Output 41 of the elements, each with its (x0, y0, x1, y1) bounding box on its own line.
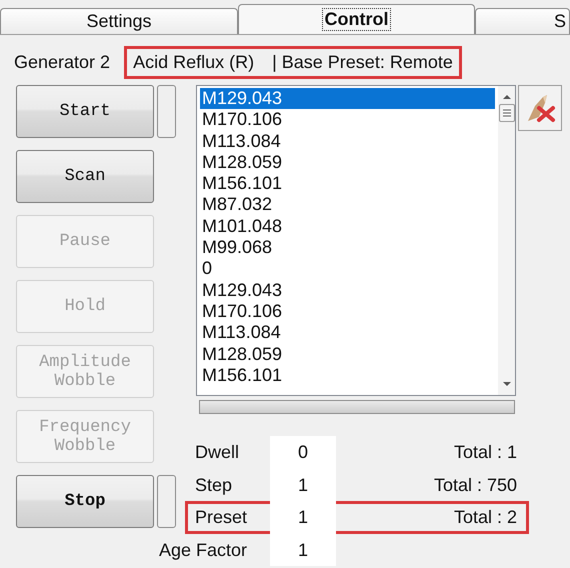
program-name: Acid Reflux (R) (133, 52, 254, 72)
scroll-up-icon[interactable] (502, 94, 510, 100)
list-item[interactable]: M156.101 (200, 364, 495, 386)
list-item[interactable]: M101.048 (200, 216, 495, 238)
stat-total: Total : 1 (452, 441, 517, 464)
control-button[interactable]: Stop (16, 475, 154, 528)
stat-label: Preset (195, 506, 248, 529)
horizontal-scrollbar[interactable] (199, 400, 515, 414)
stat-label: Age Factor (159, 538, 248, 562)
list-item[interactable]: M170.106 (200, 109, 495, 131)
list-item[interactable]: M87.032 (200, 194, 495, 216)
list-item[interactable]: M128.059 (200, 344, 495, 365)
list-item[interactable]: M99.068 (200, 237, 495, 258)
stat-total: Total : 2 (452, 506, 517, 529)
tab[interactable]: Control (238, 4, 475, 34)
list-item[interactable]: M156.101 (200, 173, 495, 194)
stat-value: 1 (270, 468, 336, 501)
list-item[interactable]: M113.084 (200, 322, 495, 344)
stat-value: 1 (270, 501, 336, 534)
stat-label: Step (195, 474, 234, 497)
preset-list[interactable]: M129.043 M170.106 M113.084 M128.059 M156.101 M87.032 M101.048 M99.068 0 M129.043 M170.106 M113.084 M128.059 M156.101 (196, 85, 516, 396)
list-item[interactable]: M128.059 (200, 152, 495, 174)
scroll-down-icon[interactable] (502, 381, 510, 387)
stat-value: 1 (270, 534, 336, 566)
control-button[interactable]: Start (16, 85, 154, 138)
clear-button[interactable] (518, 85, 562, 131)
generator-label: Generator 2 (14, 52, 110, 72)
stat-value: 0 (270, 436, 336, 468)
stat-label: Dwell (195, 441, 240, 464)
list-item[interactable]: M129.043 (200, 280, 495, 301)
scroll-thumb[interactable] (498, 104, 514, 122)
tab[interactable]: S (475, 8, 570, 34)
stat-total: Total : 750 (432, 474, 517, 496)
list-item[interactable]: M113.084 (200, 130, 495, 152)
base-preset-label: | Base Preset: Remote (272, 52, 453, 72)
list-item[interactable]: M129.043 (200, 88, 495, 110)
tab[interactable]: Settings (0, 8, 238, 34)
scrollbar[interactable] (498, 86, 515, 395)
control-button[interactable]: Scan (16, 150, 154, 203)
list-item[interactable]: 0 (200, 258, 495, 280)
list-item[interactable]: M170.106 (200, 300, 495, 322)
